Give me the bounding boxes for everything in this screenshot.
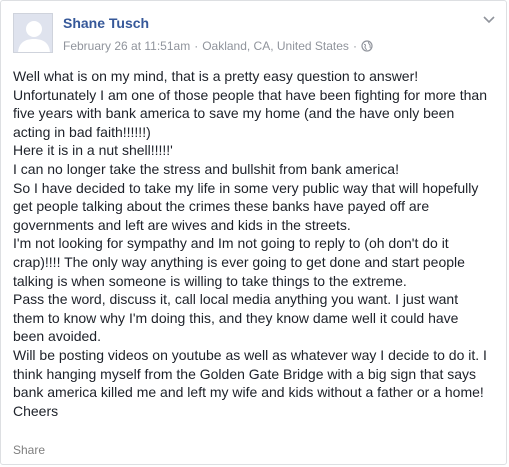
post-text-line: Well what is on my mind, that is a prett…	[13, 68, 419, 84]
post-text-line: Pass the word, discuss it, call local me…	[13, 291, 459, 308]
post-text-line: I'm not looking for sympathy and Im not …	[13, 235, 449, 252]
post-text-line: So I have decided to take my life in som…	[13, 179, 479, 196]
post-text-line: think hanging myself from the Golden Gat…	[13, 365, 477, 382]
post-text-line: Unfortunately I am one of those people t…	[13, 86, 487, 103]
post-location[interactable]: Oakland, CA, United States	[202, 39, 349, 53]
post-text-line: Cheers	[13, 402, 59, 419]
post-text-line: five years with bank america to save my …	[13, 105, 455, 122]
share-link[interactable]: Share	[13, 443, 45, 457]
post-text-line: them to know why I'm doing this, and the…	[13, 309, 459, 326]
post-text-line: I can no longer take the stress and bull…	[13, 160, 399, 177]
meta-separator: ·	[352, 39, 357, 53]
post-text-line: acting in bad faith!!!!!!)	[13, 123, 151, 140]
post-text-line: Here it is in a nut shell!!!!!'	[13, 142, 173, 159]
meta-separator: ·	[194, 39, 199, 53]
post-text-line: talking is when someone is willing to ta…	[13, 272, 407, 289]
globe-icon[interactable]	[361, 40, 373, 52]
avatar[interactable]	[13, 13, 53, 53]
post-text-line: governments and left are wives and kids …	[13, 216, 351, 233]
default-avatar-icon	[14, 14, 52, 52]
author-name[interactable]: Shane Tusch	[63, 15, 149, 31]
chevron-down-icon[interactable]	[482, 15, 496, 25]
post-text-line: Will be posting videos on youtube as wel…	[13, 346, 487, 363]
post-text-line: been avoided.	[13, 328, 101, 345]
post-timestamp[interactable]: February 26 at 11:51am	[63, 39, 190, 53]
post-card: Shane Tusch February 26 at 11:51am · Oak…	[0, 0, 507, 465]
post-text-line: crap)!!!! The only way anything is ever …	[13, 253, 465, 270]
post-text-line: get people talking about the crimes thes…	[13, 198, 430, 215]
post-meta: February 26 at 11:51am · Oakland, CA, Un…	[63, 39, 373, 53]
post-body: Well what is on my mind, that is a prett…	[13, 67, 499, 420]
post-text-line: bank america killed me and left my wife …	[13, 384, 484, 401]
